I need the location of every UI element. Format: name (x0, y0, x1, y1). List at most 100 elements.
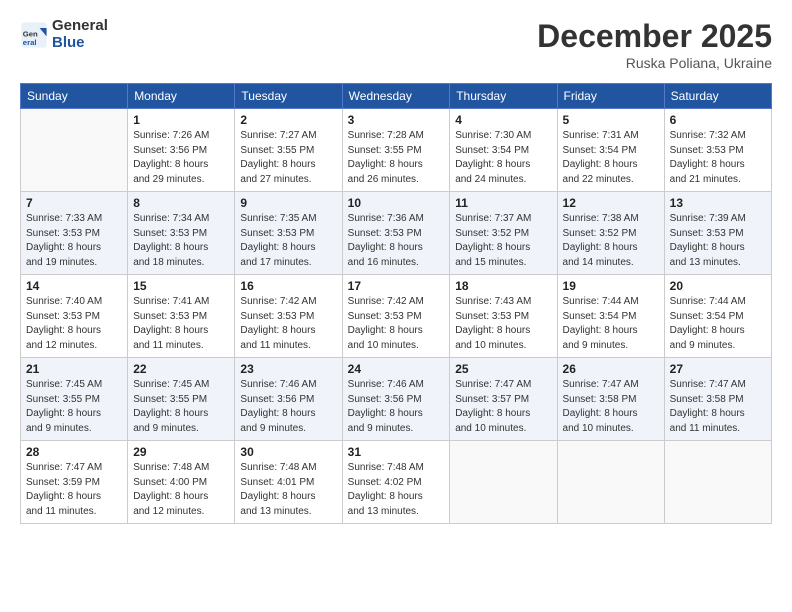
day-info: Sunrise: 7:45 AM Sunset: 3:55 PM Dayligh… (26, 378, 122, 436)
day-number: 17 (348, 279, 445, 293)
day-cell: 22Sunrise: 7:45 AM Sunset: 3:55 PM Dayli… (128, 358, 235, 441)
day-info: Sunrise: 7:38 AM Sunset: 3:52 PM Dayligh… (563, 212, 659, 270)
day-info: Sunrise: 7:47 AM Sunset: 3:59 PM Dayligh… (26, 461, 122, 519)
weekday-header-saturday: Saturday (664, 84, 771, 109)
day-cell: 2 Sunrise: 7:27 AM Sunset: 3:55 PM Daylig… (235, 109, 342, 192)
day-info: Sunrise: 7:48 AM Sunset: 4:00 PM Dayligh… (133, 461, 229, 519)
day-info: Sunrise: 7:30 AM Sunset: 3:54 PM Dayligh… (455, 129, 551, 187)
weekday-header-wednesday: Wednesday (342, 84, 450, 109)
weekday-header-tuesday: Tuesday (235, 84, 342, 109)
day-cell: 9Sunrise: 7:35 AM Sunset: 3:53 PM Daylig… (235, 192, 342, 275)
day-info: Sunrise: 7:47 AM Sunset: 3:58 PM Dayligh… (670, 378, 766, 436)
day-cell: 20 Sunrise: 7:44 AM Sunset: 3:54 PM Dayli… (664, 275, 771, 358)
day-info: Sunrise: 7:47 AM Sunset: 3:57 PM Dayligh… (455, 378, 551, 436)
day-number: 26 (563, 362, 659, 376)
day-info: Sunrise: 7:46 AM Sunset: 3:56 PM Dayligh… (240, 378, 336, 436)
day-number: 29 (133, 445, 229, 459)
day-number: 25 (455, 362, 551, 376)
day-cell: 25 Sunrise: 7:47 AM Sunset: 3:57 PM Dayli… (450, 358, 557, 441)
logo-icon: Gen eral (20, 21, 48, 49)
weekday-header-row: SundayMondayTuesdayWednesdayThursdayFrid… (21, 84, 772, 109)
week-row-2: 7Sunrise: 7:33 AM Sunset: 3:53 PM Daylig… (21, 192, 772, 275)
day-cell: 31 Sunrise: 7:48 AM Sunset: 4:02 PM Dayli… (342, 441, 450, 524)
svg-text:eral: eral (23, 37, 37, 46)
day-number: 20 (670, 279, 766, 293)
day-cell: 14Sunrise: 7:40 AM Sunset: 3:53 PM Dayli… (21, 275, 128, 358)
day-number: 13 (670, 196, 766, 210)
day-cell: 21 Sunrise: 7:45 AM Sunset: 3:55 PM Dayli… (21, 358, 128, 441)
day-cell: 16 Sunrise: 7:42 AM Sunset: 3:53 PM Dayli… (235, 275, 342, 358)
weekday-header-monday: Monday (128, 84, 235, 109)
day-number: 24 (348, 362, 445, 376)
day-number: 21 (26, 362, 122, 376)
day-info: Sunrise: 7:32 AM Sunset: 3:53 PM Dayligh… (670, 129, 766, 187)
day-cell (450, 441, 557, 524)
location: Ruska Poliana, Ukraine (537, 55, 772, 71)
day-cell: 4Sunrise: 7:30 AM Sunset: 3:54 PM Daylig… (450, 109, 557, 192)
day-cell: 10 Sunrise: 7:36 AM Sunset: 3:53 PM Dayli… (342, 192, 450, 275)
day-number: 9 (240, 196, 336, 210)
day-cell: 24 Sunrise: 7:46 AM Sunset: 3:56 PM Dayli… (342, 358, 450, 441)
weekday-header-sunday: Sunday (21, 84, 128, 109)
day-number: 3 (348, 113, 445, 127)
day-number: 8 (133, 196, 229, 210)
day-cell: 3 Sunrise: 7:28 AM Sunset: 3:55 PM Daylig… (342, 109, 450, 192)
day-info: Sunrise: 7:46 AM Sunset: 3:56 PM Dayligh… (348, 378, 445, 436)
day-info: Sunrise: 7:27 AM Sunset: 3:55 PM Dayligh… (240, 129, 336, 187)
day-number: 2 (240, 113, 336, 127)
day-number: 31 (348, 445, 445, 459)
header: Gen eral General Blue December 2025 Rusk… (20, 18, 772, 71)
day-info: Sunrise: 7:34 AM Sunset: 3:53 PM Dayligh… (133, 212, 229, 270)
day-cell: 30Sunrise: 7:48 AM Sunset: 4:01 PM Dayli… (235, 441, 342, 524)
day-number: 14 (26, 279, 122, 293)
day-info: Sunrise: 7:36 AM Sunset: 3:53 PM Dayligh… (348, 212, 445, 270)
day-info: Sunrise: 7:48 AM Sunset: 4:01 PM Dayligh… (240, 461, 336, 519)
day-info: Sunrise: 7:44 AM Sunset: 3:54 PM Dayligh… (670, 295, 766, 353)
title-block: December 2025 Ruska Poliana, Ukraine (537, 18, 772, 71)
day-number: 10 (348, 196, 445, 210)
day-number: 28 (26, 445, 122, 459)
day-cell: 15 Sunrise: 7:41 AM Sunset: 3:53 PM Dayli… (128, 275, 235, 358)
day-info: Sunrise: 7:48 AM Sunset: 4:02 PM Dayligh… (348, 461, 445, 519)
logo-text: General Blue (52, 18, 108, 51)
day-cell: 6 Sunrise: 7:32 AM Sunset: 3:53 PM Daylig… (664, 109, 771, 192)
weekday-header-thursday: Thursday (450, 84, 557, 109)
day-cell (21, 109, 128, 192)
logo-line1: General (52, 18, 108, 35)
day-info: Sunrise: 7:45 AM Sunset: 3:55 PM Dayligh… (133, 378, 229, 436)
day-cell (664, 441, 771, 524)
day-info: Sunrise: 7:31 AM Sunset: 3:54 PM Dayligh… (563, 129, 659, 187)
day-cell: 28 Sunrise: 7:47 AM Sunset: 3:59 PM Dayli… (21, 441, 128, 524)
day-number: 11 (455, 196, 551, 210)
day-info: Sunrise: 7:37 AM Sunset: 3:52 PM Dayligh… (455, 212, 551, 270)
day-cell: 5 Sunrise: 7:31 AM Sunset: 3:54 PM Daylig… (557, 109, 664, 192)
day-number: 5 (563, 113, 659, 127)
day-cell: 26Sunrise: 7:47 AM Sunset: 3:58 PM Dayli… (557, 358, 664, 441)
day-info: Sunrise: 7:41 AM Sunset: 3:53 PM Dayligh… (133, 295, 229, 353)
logo: Gen eral General Blue (20, 18, 108, 51)
week-row-4: 21 Sunrise: 7:45 AM Sunset: 3:55 PM Dayli… (21, 358, 772, 441)
day-number: 16 (240, 279, 336, 293)
day-cell: 17Sunrise: 7:42 AM Sunset: 3:53 PM Dayli… (342, 275, 450, 358)
day-info: Sunrise: 7:42 AM Sunset: 3:53 PM Dayligh… (240, 295, 336, 353)
day-number: 6 (670, 113, 766, 127)
day-cell: 8 Sunrise: 7:34 AM Sunset: 3:53 PM Daylig… (128, 192, 235, 275)
week-row-1: 1Sunrise: 7:26 AM Sunset: 3:56 PM Daylig… (21, 109, 772, 192)
day-info: Sunrise: 7:26 AM Sunset: 3:56 PM Dayligh… (133, 129, 229, 187)
day-cell: 11 Sunrise: 7:37 AM Sunset: 3:52 PM Dayli… (450, 192, 557, 275)
month-title: December 2025 (537, 18, 772, 55)
day-number: 15 (133, 279, 229, 293)
day-cell: 12 Sunrise: 7:38 AM Sunset: 3:52 PM Dayli… (557, 192, 664, 275)
day-info: Sunrise: 7:33 AM Sunset: 3:53 PM Dayligh… (26, 212, 122, 270)
logo-line2: Blue (52, 35, 108, 52)
day-number: 19 (563, 279, 659, 293)
day-cell: 7Sunrise: 7:33 AM Sunset: 3:53 PM Daylig… (21, 192, 128, 275)
day-info: Sunrise: 7:43 AM Sunset: 3:53 PM Dayligh… (455, 295, 551, 353)
day-info: Sunrise: 7:28 AM Sunset: 3:55 PM Dayligh… (348, 129, 445, 187)
day-cell: 18 Sunrise: 7:43 AM Sunset: 3:53 PM Dayli… (450, 275, 557, 358)
day-cell: 1Sunrise: 7:26 AM Sunset: 3:56 PM Daylig… (128, 109, 235, 192)
day-number: 12 (563, 196, 659, 210)
day-cell: 27Sunrise: 7:47 AM Sunset: 3:58 PM Dayli… (664, 358, 771, 441)
week-row-3: 14Sunrise: 7:40 AM Sunset: 3:53 PM Dayli… (21, 275, 772, 358)
day-number: 18 (455, 279, 551, 293)
